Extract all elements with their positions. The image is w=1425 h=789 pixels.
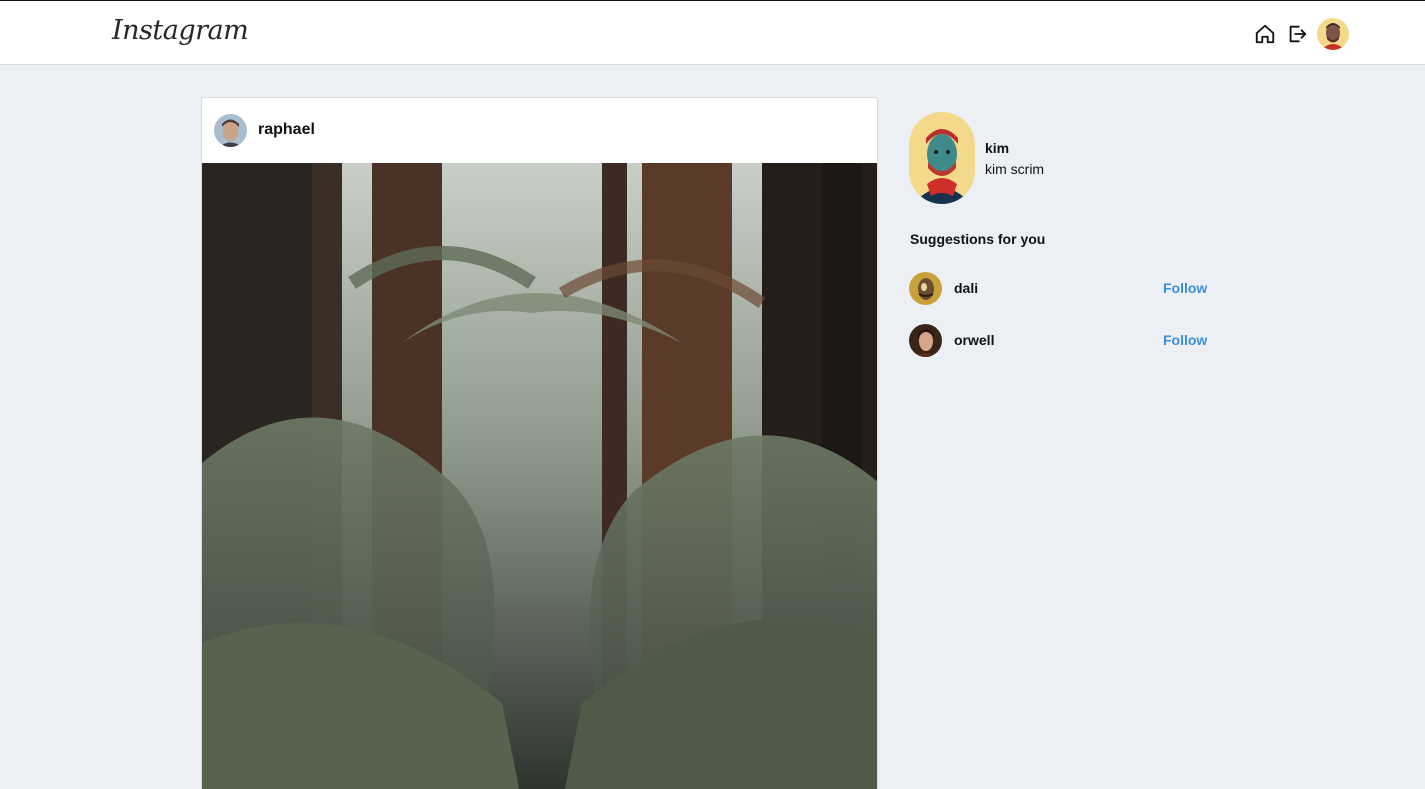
post-header: raphael [202, 98, 877, 163]
logout-icon[interactable] [1286, 23, 1308, 45]
post-image[interactable] [202, 163, 877, 789]
current-user-username[interactable]: kim [985, 140, 1009, 156]
suggestion-row: orwell Follow [909, 324, 1209, 358]
instagram-logo[interactable]: Instagram [112, 15, 249, 46]
suggestion-row: dali Follow [909, 272, 1209, 306]
current-user-full-name: kim scrim [985, 161, 1045, 177]
profile-avatar[interactable] [1317, 18, 1349, 50]
follow-button[interactable]: Follow [1163, 332, 1207, 348]
suggestion-username[interactable]: orwell [954, 332, 994, 348]
post-author-avatar[interactable] [214, 114, 247, 147]
suggestions-heading: Suggestions for you [910, 231, 1046, 247]
follow-button[interactable]: Follow [1163, 280, 1207, 296]
suggestion-avatar[interactable] [909, 324, 942, 357]
current-user-avatar[interactable] [909, 112, 975, 204]
post-author-username[interactable]: raphael [258, 121, 315, 139]
suggestion-avatar[interactable] [909, 272, 942, 305]
suggestion-username[interactable]: dali [954, 280, 978, 296]
post-card: raphael [201, 97, 878, 789]
home-icon[interactable] [1254, 23, 1276, 45]
top-header: Instagram [0, 0, 1425, 65]
